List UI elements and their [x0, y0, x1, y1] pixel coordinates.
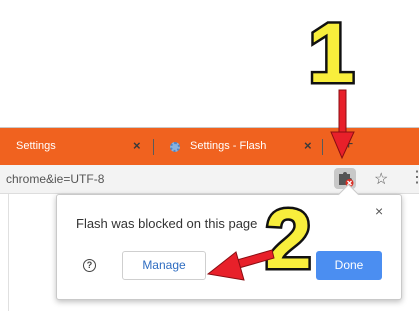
tab-settings-flash-close-button[interactable]: × — [304, 138, 312, 153]
flash-blocked-message: Flash was blocked on this page — [76, 216, 258, 231]
step-1-label: 1 — [308, 6, 355, 100]
flash-blocked-popup: Flash was blocked on this page × ? Manag… — [56, 183, 402, 300]
tab-strip: Settings × Settings - Flash × + — [0, 127, 419, 166]
settings-gear-icon — [170, 142, 180, 152]
url-text[interactable]: chrome&ie=UTF-8 — [6, 172, 104, 186]
menu-dots-icon[interactable]: ⋮ — [409, 167, 419, 187]
manage-button[interactable]: Manage — [122, 251, 206, 280]
page-content-edge — [0, 194, 9, 311]
tab-settings-close-button[interactable]: × — [133, 138, 141, 153]
bookmark-star-icon[interactable]: ☆ — [374, 169, 388, 189]
tab-separator — [322, 139, 323, 155]
help-icon[interactable]: ? — [83, 259, 96, 272]
popup-close-button[interactable]: × — [375, 203, 383, 219]
tab-separator — [153, 139, 154, 155]
tab-settings-flash-title[interactable]: Settings - Flash — [190, 140, 266, 152]
tab-settings-title[interactable]: Settings — [16, 140, 56, 152]
address-bar[interactable]: chrome&ie=UTF-8 ☆ ⋮ — [0, 165, 419, 194]
done-button[interactable]: Done — [316, 251, 382, 280]
new-tab-button[interactable]: + — [344, 136, 353, 154]
